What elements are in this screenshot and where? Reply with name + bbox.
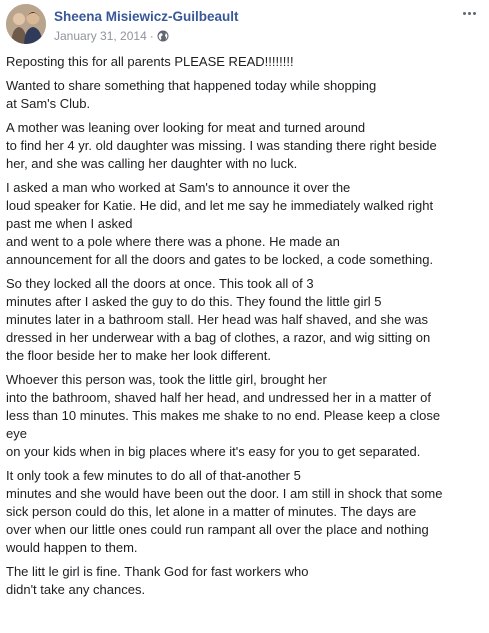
post-paragraph: Whoever this person was, took the little… <box>6 372 441 459</box>
facebook-post: Sheena Misiewicz-Guilbeault January 31, … <box>0 0 489 633</box>
post-paragraph: The litt le girl is fine. Thank God for … <box>6 564 309 597</box>
post-date[interactable]: January 31, 2014 <box>54 29 147 43</box>
post-paragraph: A mother was leaning over looking for me… <box>6 120 437 171</box>
post-paragraph: So they locked all the doors at once. Th… <box>6 276 431 363</box>
more-options-icon[interactable] <box>459 6 479 24</box>
post-paragraph: I asked a man who worked at Sam's to ann… <box>6 180 434 267</box>
globe-icon <box>157 30 169 45</box>
author-avatar[interactable] <box>6 4 46 44</box>
post-body: Reposting this for all parents PLEASE RE… <box>6 53 486 605</box>
post-header: Sheena Misiewicz-Guilbeault January 31, … <box>6 4 483 44</box>
post-paragraph: Reposting this for all parents PLEASE RE… <box>6 54 294 69</box>
meta-separator: · <box>149 29 154 43</box>
post-paragraph: Wanted to share something that happened … <box>6 78 377 111</box>
post-paragraph: It only took a few minutes to do all of … <box>6 468 443 555</box>
post-meta: January 31, 2014 · <box>54 29 169 45</box>
author-name-link[interactable]: Sheena Misiewicz-Guilbeault <box>54 9 239 24</box>
